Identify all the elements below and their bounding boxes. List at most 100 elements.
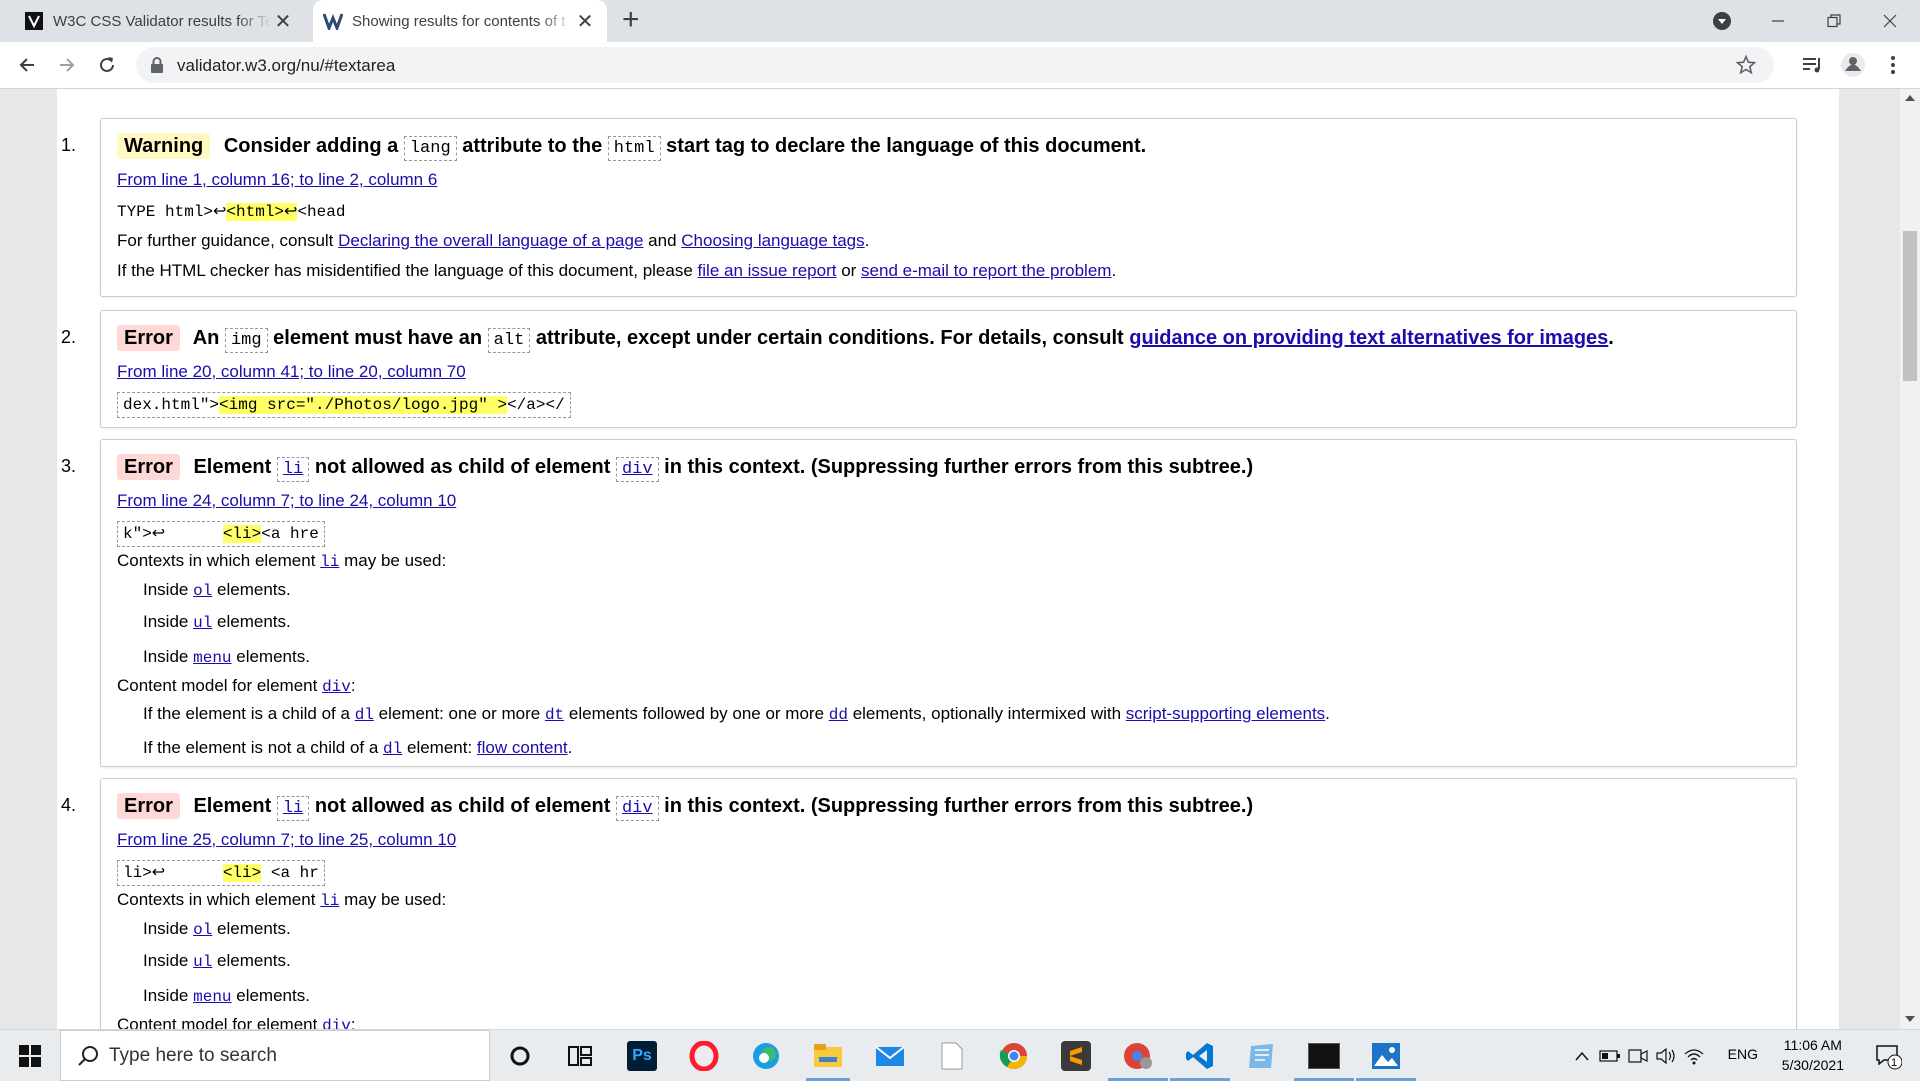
- cortana-icon[interactable]: [502, 1038, 538, 1074]
- flow-content-link[interactable]: flow content: [477, 738, 568, 757]
- dl-element-link[interactable]: dl: [383, 740, 402, 758]
- message-title: Error An img element must have an alt at…: [117, 323, 1780, 356]
- email-report-link[interactable]: send e-mail to report the problem: [861, 261, 1111, 280]
- tab-css-validator[interactable]: W3C CSS Validator results for Tex ✕: [0, 0, 305, 42]
- message-title: Error Element li not allowed as child of…: [117, 791, 1780, 824]
- w3c-favicon-icon: [24, 11, 44, 31]
- location-link[interactable]: From line 24, column 7; to line 24, colu…: [117, 491, 456, 510]
- taskbar-search-box[interactable]: Type here to search: [60, 1030, 490, 1081]
- guidance-link[interactable]: Declaring the overall language of a page: [338, 231, 643, 250]
- error-badge: Error: [117, 454, 180, 480]
- message-item: 2. Error An img element must have an alt…: [61, 310, 1797, 428]
- close-window-icon[interactable]: [1862, 0, 1918, 42]
- menu-element-link[interactable]: menu: [193, 988, 231, 1006]
- opera-icon[interactable]: [686, 1038, 722, 1074]
- profile-avatar-icon[interactable]: [1838, 50, 1868, 80]
- forward-arrow-icon[interactable]: [52, 50, 82, 80]
- notifications-icon[interactable]: 1: [1868, 1038, 1908, 1074]
- script-supporting-link[interactable]: script-supporting elements: [1126, 704, 1325, 723]
- ol-element-link[interactable]: ol: [193, 582, 212, 600]
- dl-element-link[interactable]: dl: [355, 706, 374, 724]
- code-extract: dex.html"><img src="./Photos/logo.jpg" >…: [117, 392, 571, 418]
- close-tab-icon[interactable]: ✕: [271, 9, 295, 34]
- code-extract: k">↩ <li><a hre: [117, 521, 325, 547]
- reading-list-icon[interactable]: [1797, 50, 1827, 80]
- context-item: Inside menu elements.: [143, 647, 310, 667]
- li-element-link[interactable]: li: [283, 799, 303, 818]
- profile-menu-icon[interactable]: [1694, 0, 1750, 42]
- dt-element-link[interactable]: dt: [545, 706, 564, 724]
- location-link[interactable]: From line 20, column 41; to line 20, col…: [117, 362, 466, 381]
- ul-element-link[interactable]: ul: [193, 614, 212, 632]
- page-scrollbar[interactable]: [1900, 89, 1920, 1029]
- volume-icon[interactable]: [1654, 1038, 1678, 1074]
- notification-count: 1: [1891, 1057, 1898, 1069]
- address-bar[interactable]: validator.w3.org/nu/#textarea: [136, 47, 1774, 83]
- photoshop-icon[interactable]: Ps: [624, 1038, 660, 1074]
- code-extract: li>↩ <li> <a hr: [117, 860, 325, 886]
- chrome-profile-icon[interactable]: [1120, 1038, 1156, 1074]
- context-item: Inside ul elements.: [143, 951, 291, 971]
- show-hidden-icons-chevron-icon[interactable]: [1572, 1038, 1592, 1074]
- new-tab-plus-icon[interactable]: +: [622, 5, 640, 35]
- div-element-link[interactable]: div: [622, 460, 653, 479]
- meet-now-icon[interactable]: [1626, 1038, 1650, 1074]
- reload-icon[interactable]: [92, 50, 122, 80]
- mail-icon[interactable]: [872, 1038, 908, 1074]
- browser-menu-icon[interactable]: [1878, 50, 1908, 80]
- document-icon[interactable]: [934, 1038, 970, 1074]
- ul-element-link[interactable]: ul: [193, 953, 212, 971]
- task-view-icon[interactable]: [562, 1038, 598, 1074]
- issue-report-link[interactable]: file an issue report: [698, 261, 837, 280]
- battery-icon[interactable]: [1598, 1038, 1622, 1074]
- back-arrow-icon[interactable]: [12, 50, 42, 80]
- content-model-label: Content model for element div:: [117, 676, 356, 696]
- input-language[interactable]: ENG: [1728, 1046, 1758, 1062]
- content-model-item: If the element is a child of a dl elemen…: [143, 704, 1330, 724]
- text-alternatives-link[interactable]: guidance on providing text alternatives …: [1129, 327, 1608, 349]
- url-text[interactable]: validator.w3.org/nu/#textarea: [177, 56, 395, 76]
- chrome-icon[interactable]: [996, 1038, 1032, 1074]
- dd-element-link[interactable]: dd: [829, 706, 848, 724]
- scroll-down-arrow-icon[interactable]: [1905, 1016, 1915, 1022]
- ol-element-link[interactable]: ol: [193, 921, 212, 939]
- li-element-link[interactable]: li: [320, 553, 339, 571]
- scroll-thumb[interactable]: [1903, 231, 1917, 381]
- div-element-link[interactable]: div: [622, 799, 653, 818]
- div-element-link[interactable]: div: [322, 1017, 351, 1029]
- bookmark-star-icon[interactable]: [1735, 54, 1757, 80]
- message-item: 1. Warning Consider adding a lang attrib…: [61, 118, 1797, 297]
- message-number: 4.: [61, 795, 77, 815]
- scroll-up-arrow-icon[interactable]: [1905, 95, 1915, 101]
- message-title: Warning Consider adding a lang attribute…: [117, 131, 1780, 164]
- location-link[interactable]: From line 1, column 16; to line 2, colum…: [117, 170, 437, 189]
- file-explorer-icon[interactable]: [810, 1038, 846, 1074]
- li-element-link[interactable]: li: [283, 460, 303, 479]
- guidance-link[interactable]: Choosing language tags: [681, 231, 864, 250]
- li-element-link[interactable]: li: [320, 892, 339, 910]
- message-number: 2.: [61, 327, 77, 347]
- photos-icon[interactable]: [1368, 1038, 1404, 1074]
- div-element-link[interactable]: div: [322, 678, 351, 696]
- clock-date: 5/30/2021: [1781, 1057, 1844, 1073]
- vscode-icon[interactable]: [1182, 1038, 1218, 1074]
- tab-nu-validator[interactable]: Showing results for contents of t ✕: [313, 0, 607, 42]
- warning-badge: Warning: [117, 133, 211, 159]
- sublime-text-icon[interactable]: [1058, 1038, 1094, 1074]
- restore-icon[interactable]: [1806, 0, 1862, 42]
- browser-toolbar: validator.w3.org/nu/#textarea: [0, 42, 1920, 89]
- message-number: 1.: [61, 135, 77, 155]
- terminal-icon[interactable]: [1306, 1038, 1342, 1074]
- menu-element-link[interactable]: menu: [193, 649, 231, 667]
- edge-icon[interactable]: [748, 1038, 784, 1074]
- notepad-icon[interactable]: [1244, 1038, 1280, 1074]
- message-item: 3. Error Element li not allowed as child…: [61, 439, 1797, 767]
- lock-icon[interactable]: [150, 56, 164, 79]
- windows-start-icon[interactable]: [0, 1030, 60, 1081]
- minimize-icon[interactable]: [1750, 0, 1806, 42]
- close-tab-icon[interactable]: ✕: [573, 9, 597, 34]
- system-clock[interactable]: 11:06 AM 5/30/2021: [1782, 1035, 1844, 1075]
- location-link[interactable]: From line 25, column 7; to line 25, colu…: [117, 830, 456, 849]
- wifi-icon[interactable]: [1682, 1038, 1706, 1074]
- code-token: alt: [487, 328, 531, 353]
